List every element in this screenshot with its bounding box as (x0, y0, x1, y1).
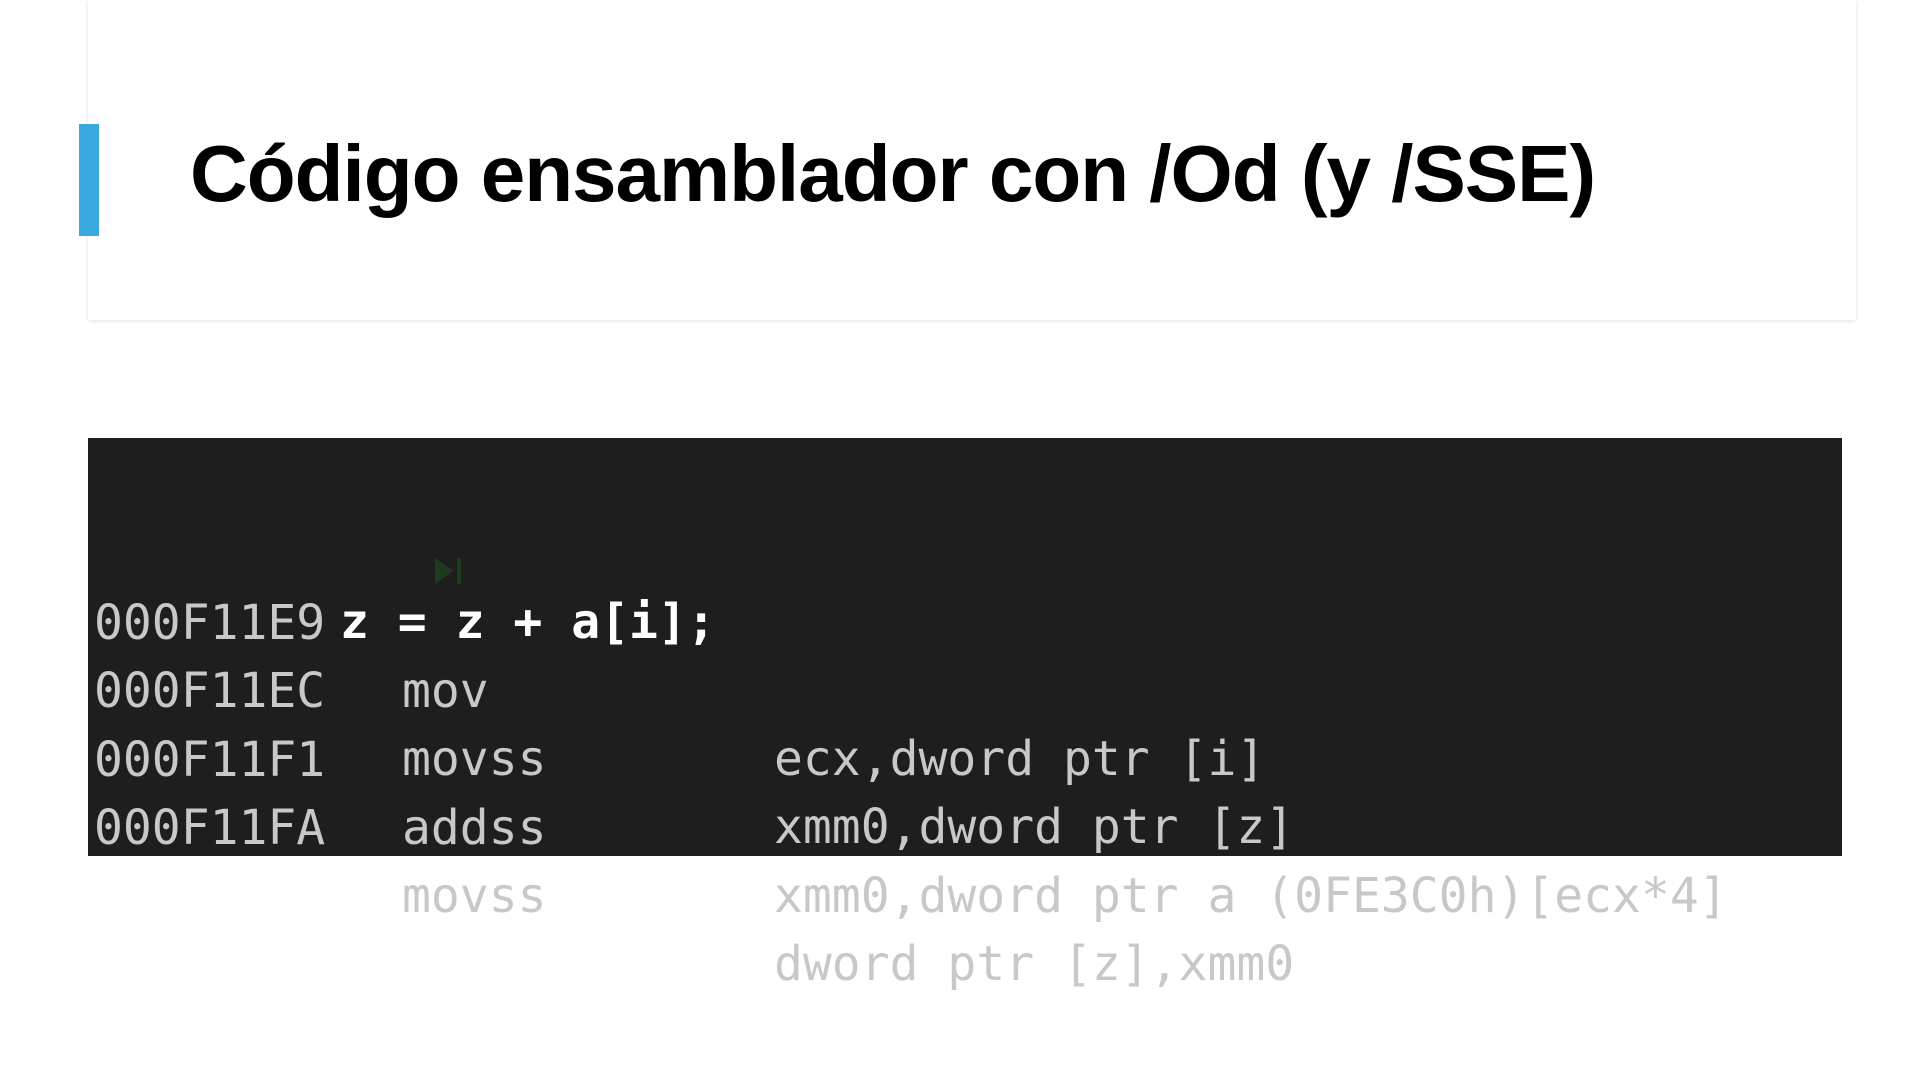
disassembly-panel: z = z + a[i]; 000F11E9 mov ecx,dword ptr… (88, 438, 1842, 992)
instruction-operands: xmm0,dword ptr a (0FE3C0h)[ecx*4] (774, 868, 1728, 924)
step-arrow-bar (457, 558, 462, 584)
disassembly-row: 000F11FA movss dword ptr [z],xmm0 (88, 726, 1294, 992)
slide-title: Código ensamblador con /Od (y /SSE) (190, 129, 1596, 218)
title-accent-bar (79, 124, 99, 236)
disassembly-row: 000F11E9 mov ecx,dword ptr [i] (88, 521, 1265, 787)
instruction-opcode: movss (402, 731, 547, 787)
instruction-operands: ecx,dword ptr [i] (774, 731, 1266, 787)
source-line: z = z + a[i]; (88, 452, 716, 650)
source-line: } (88, 793, 243, 923)
disassembly-row: 000F11F1 addss xmm0,dword ptr a (0FE3C0h… (88, 658, 1728, 924)
disassembly-row: 000F11EC movss xmm0,dword ptr [z] (88, 589, 1294, 855)
instruction-operands: dword ptr [z],xmm0 (774, 936, 1295, 992)
closing-brace: } (214, 867, 243, 923)
instruction-opcode: addss (402, 800, 547, 856)
source-statement: z = z + a[i]; (340, 594, 716, 650)
step-arrow-shape (435, 558, 454, 584)
instruction-opcode: mov (402, 663, 489, 719)
instruction-operands: xmm0,dword ptr [z] (774, 799, 1295, 855)
step-arrow-icon (258, 470, 462, 584)
instruction-opcode: movss (402, 868, 547, 924)
